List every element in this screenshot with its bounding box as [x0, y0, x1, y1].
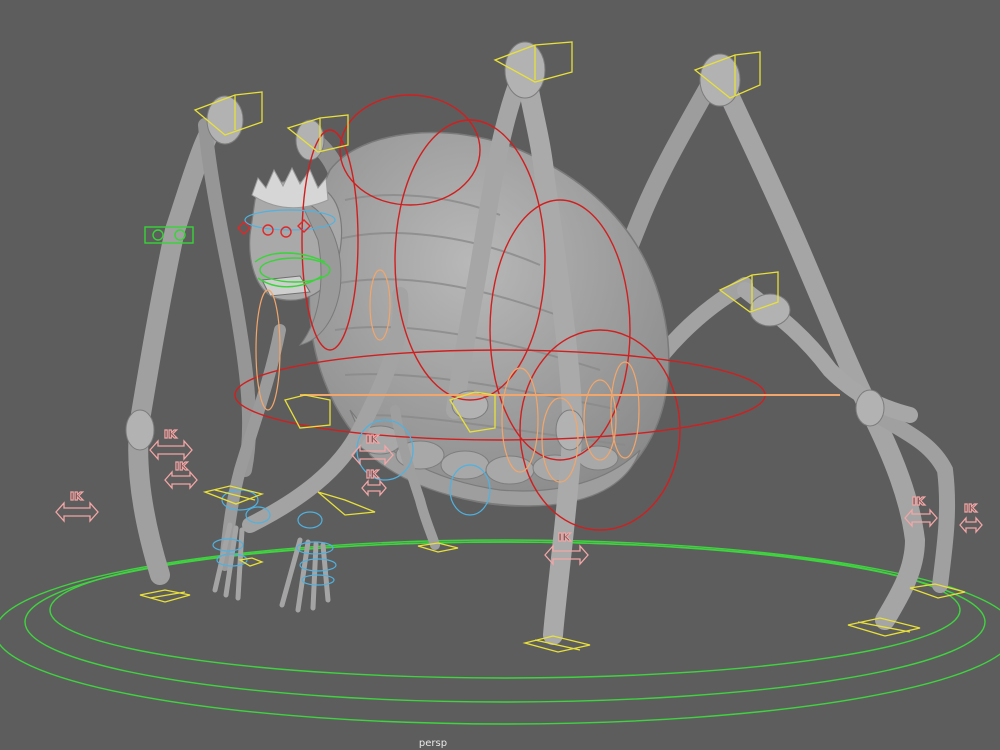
foot-ctrl-03[interactable] [317, 491, 376, 516]
svg-text:IK: IK [964, 502, 977, 515]
svg-text:IK: IK [164, 428, 177, 441]
camera-name-label: persp [418, 738, 448, 749]
svg-text:IK: IK [558, 531, 571, 544]
maya-viewport-persp[interactable]: IK IK IK IK IK IK IK IK persp [0, 0, 1000, 750]
ik-switch-center-b[interactable]: IK [361, 467, 387, 497]
ik-switch-left-far[interactable]: IK [55, 489, 99, 523]
svg-text:IK: IK [366, 468, 379, 481]
ik-switch-left-near-b[interactable]: IK [164, 459, 198, 490]
svg-text:IK: IK [912, 495, 925, 508]
viewport-scene[interactable]: IK IK IK IK IK IK IK IK [0, 0, 1000, 750]
svg-text:IK: IK [366, 433, 379, 446]
svg-text:IK: IK [175, 460, 188, 473]
foot-ctrl-08[interactable] [238, 557, 264, 567]
svg-text:IK: IK [70, 490, 83, 503]
ik-switch-right-b[interactable]: IK [959, 501, 983, 534]
foot-ctrl-01[interactable] [139, 589, 191, 603]
ik-switch-left-near-a[interactable]: IK [149, 427, 193, 461]
